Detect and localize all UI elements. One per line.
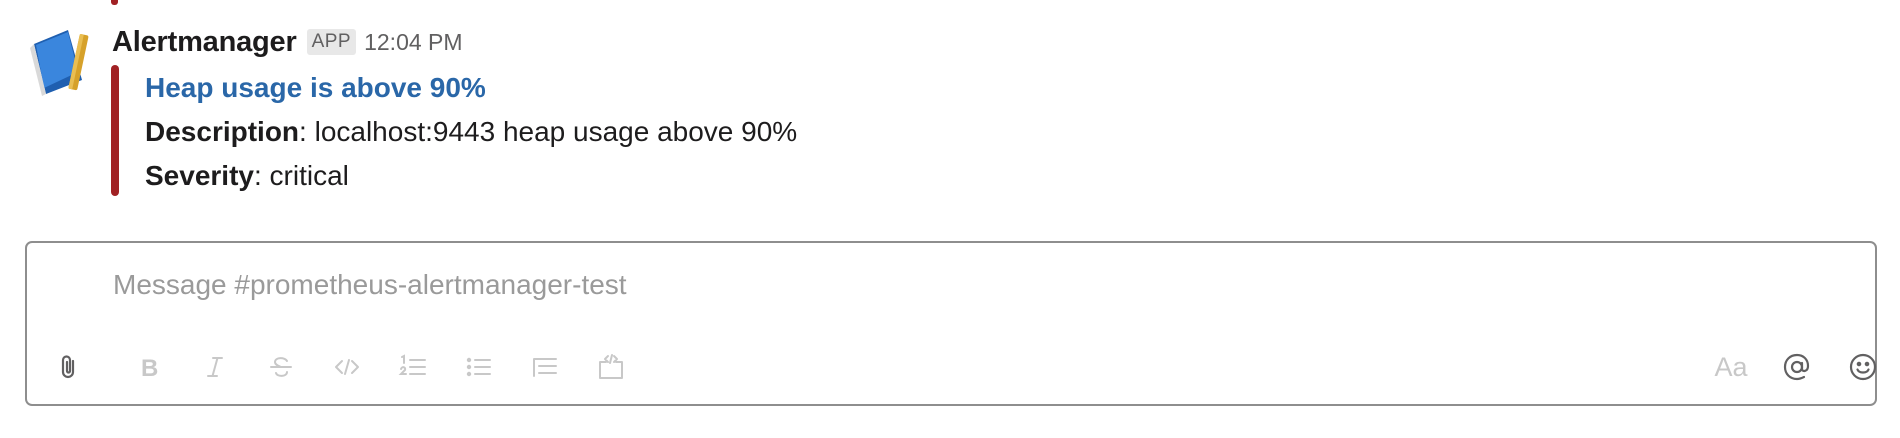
field-label: Description bbox=[145, 116, 300, 147]
quote-button[interactable] bbox=[523, 345, 567, 389]
attach-button[interactable] bbox=[47, 345, 91, 389]
mention-button[interactable] bbox=[1775, 345, 1819, 389]
previous-message-accent bbox=[111, 0, 118, 5]
composer-toolbar: B Aa bbox=[27, 345, 1877, 389]
code-block-icon bbox=[599, 354, 623, 379]
attachment-title-link[interactable]: Heap usage is above 90% bbox=[145, 68, 486, 108]
notebook-icon bbox=[30, 30, 89, 96]
message-input[interactable] bbox=[113, 263, 1813, 307]
strikethrough-icon bbox=[270, 357, 292, 377]
emoji-icon bbox=[1849, 353, 1877, 381]
bold-button[interactable]: B bbox=[127, 345, 171, 389]
bulleted-list-button[interactable] bbox=[457, 345, 501, 389]
message-timestamp[interactable]: 12:04 PM bbox=[364, 29, 462, 56]
format-icon: Aa bbox=[1714, 352, 1748, 382]
italic-icon bbox=[207, 357, 223, 377]
quote-icon bbox=[533, 358, 557, 377]
numbered-list-button[interactable] bbox=[391, 345, 435, 389]
field-value: localhost:9443 heap usage above 90% bbox=[314, 116, 798, 147]
attachment-field-severity: Severity: critical bbox=[145, 156, 349, 196]
emoji-button[interactable] bbox=[1841, 345, 1885, 389]
attachment-field-description: Description: localhost:9443 heap usage a… bbox=[145, 112, 797, 152]
code-icon bbox=[335, 359, 359, 375]
italic-button[interactable] bbox=[193, 345, 237, 389]
strikethrough-button[interactable] bbox=[259, 345, 303, 389]
message-header: Alertmanager APP 12:04 PM bbox=[112, 22, 463, 62]
mention-icon bbox=[1783, 353, 1810, 381]
field-value: critical bbox=[269, 160, 349, 191]
bulleted-list-icon bbox=[466, 357, 491, 377]
app-badge: APP bbox=[306, 29, 357, 55]
format-toggle-button[interactable]: Aa bbox=[1709, 345, 1753, 389]
field-separator: : bbox=[253, 160, 270, 191]
field-separator: : bbox=[299, 116, 315, 147]
field-label: Severity bbox=[145, 160, 254, 191]
paperclip-icon bbox=[61, 355, 75, 379]
code-block-button[interactable] bbox=[589, 345, 633, 389]
message-composer: B bbox=[25, 241, 1877, 406]
avatar[interactable] bbox=[26, 28, 96, 98]
sender-name[interactable]: Alertmanager bbox=[112, 26, 297, 59]
attachment-accent-bar bbox=[111, 65, 119, 196]
numbered-list-icon bbox=[398, 354, 426, 375]
bold-icon: B bbox=[141, 355, 158, 382]
code-button[interactable] bbox=[325, 345, 369, 389]
svg-text:B: B bbox=[141, 355, 158, 382]
